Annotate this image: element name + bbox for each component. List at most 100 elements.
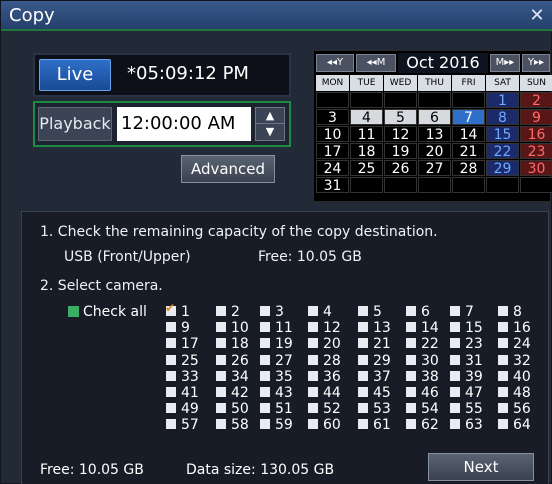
camera-checkbox[interactable]: 39 [450, 369, 483, 385]
camera-checkbox[interactable]: 12 [308, 320, 341, 336]
camera-checkbox[interactable]: 59 [260, 417, 293, 433]
checkbox-box[interactable] [406, 338, 416, 349]
checkbox-box[interactable] [498, 338, 508, 349]
camera-checkbox[interactable]: 32 [498, 353, 531, 369]
camera-checkbox[interactable]: 7 [450, 304, 474, 320]
checkbox-box[interactable] [260, 370, 270, 381]
camera-checkbox[interactable]: 51 [260, 401, 293, 417]
checkbox-box[interactable] [216, 354, 226, 365]
camera-checkbox[interactable]: 53 [358, 401, 391, 417]
prev-month-button[interactable]: ◂◂M [356, 54, 396, 72]
checkbox-box[interactable] [358, 370, 368, 381]
camera-checkbox[interactable]: 64 [498, 417, 531, 433]
camera-checkbox[interactable]: 2 [216, 304, 240, 320]
checkbox-box[interactable] [358, 306, 368, 316]
camera-checkbox[interactable]: 6 [406, 304, 430, 320]
checkbox-box[interactable] [216, 306, 226, 316]
calendar-day[interactable]: 19 [384, 143, 417, 160]
checkbox-box[interactable] [166, 322, 176, 333]
calendar-day[interactable]: 1 [486, 92, 519, 109]
checkbox-box[interactable] [450, 338, 460, 349]
checkbox-box[interactable] [308, 306, 318, 316]
checkbox-box[interactable] [308, 338, 318, 349]
calendar-day[interactable]: 26 [384, 160, 417, 177]
camera-checkbox[interactable]: 40 [498, 369, 531, 385]
checkbox-box[interactable] [406, 403, 416, 414]
spin-down-icon[interactable]: ▼ [256, 124, 284, 140]
checkbox-box[interactable] [358, 338, 368, 349]
camera-checkbox[interactable]: 17 [166, 336, 199, 352]
camera-checkbox[interactable]: 58 [216, 417, 249, 433]
camera-checkbox[interactable]: 20 [308, 336, 341, 352]
checkbox-box[interactable] [216, 370, 226, 381]
playback-time-field[interactable]: 12:00:00 AM [117, 107, 251, 141]
camera-checkbox[interactable]: 60 [308, 417, 341, 433]
calendar-day[interactable]: 27 [418, 160, 451, 177]
calendar-day[interactable]: 7 [452, 109, 485, 126]
checkbox-box[interactable] [498, 403, 508, 414]
calendar-day[interactable]: 3 [316, 109, 349, 126]
checkbox-box[interactable] [498, 306, 508, 316]
checkbox-box[interactable] [450, 370, 460, 381]
checkbox-box[interactable] [358, 354, 368, 365]
checkbox-box[interactable] [308, 322, 318, 333]
calendar-day[interactable]: 15 [486, 126, 519, 143]
camera-checkbox[interactable]: 19 [260, 336, 293, 352]
camera-checkbox[interactable]: 28 [308, 353, 341, 369]
calendar-day[interactable]: 17 [316, 143, 349, 160]
checkbox-box[interactable] [358, 387, 368, 397]
checkbox-box[interactable] [216, 403, 226, 414]
camera-checkbox[interactable]: 16 [498, 320, 531, 336]
checkbox-box[interactable] [166, 419, 176, 430]
calendar-day[interactable]: 23 [520, 143, 552, 160]
camera-checkbox[interactable]: 57 [166, 417, 199, 433]
camera-checkbox[interactable]: 34 [216, 369, 249, 385]
camera-checkbox[interactable]: 36 [308, 369, 341, 385]
camera-checkbox[interactable]: 26 [216, 353, 249, 369]
checkbox-box[interactable] [498, 322, 508, 333]
checkbox-box[interactable] [166, 370, 176, 381]
calendar-day[interactable]: 31 [316, 177, 349, 194]
checkbox-box[interactable] [450, 387, 460, 397]
checkbox-box[interactable] [260, 338, 270, 349]
camera-checkbox[interactable]: 62 [406, 417, 439, 433]
camera-checkbox[interactable]: 61 [358, 417, 391, 433]
calendar-day[interactable]: 5 [384, 109, 417, 126]
calendar-day[interactable]: 24 [316, 160, 349, 177]
calendar-day[interactable]: 8 [486, 109, 519, 126]
camera-checkbox[interactable]: 5 [358, 304, 382, 320]
camera-checkbox[interactable]: 21 [358, 336, 391, 352]
checkbox-box[interactable] [308, 403, 318, 414]
camera-checkbox[interactable]: 27 [260, 353, 293, 369]
camera-checkbox[interactable]: 8 [498, 304, 522, 320]
calendar-day[interactable]: 9 [520, 109, 552, 126]
calendar-day[interactable]: 11 [350, 126, 383, 143]
calendar-day[interactable]: 14 [452, 126, 485, 143]
check-all-checkbox[interactable]: Check all [68, 304, 147, 320]
camera-checkbox[interactable]: 23 [450, 336, 483, 352]
checkbox-box[interactable] [166, 338, 176, 349]
checkbox-box[interactable] [216, 419, 226, 430]
checkbox-box[interactable] [216, 322, 226, 333]
camera-checkbox[interactable]: 30 [406, 353, 439, 369]
camera-checkbox[interactable]: 18 [216, 336, 249, 352]
checkbox-box[interactable] [260, 354, 270, 365]
camera-checkbox[interactable]: 35 [260, 369, 293, 385]
checkbox-box[interactable] [260, 403, 270, 414]
checkbox-box[interactable] [358, 322, 368, 333]
camera-checkbox[interactable]: 44 [308, 385, 341, 401]
calendar-day[interactable]: 13 [418, 126, 451, 143]
camera-checkbox[interactable]: 15 [450, 320, 483, 336]
close-icon[interactable]: ✕ [527, 6, 547, 26]
calendar-day[interactable]: 22 [486, 143, 519, 160]
camera-checkbox[interactable]: 56 [498, 401, 531, 417]
camera-checkbox[interactable]: 14 [406, 320, 439, 336]
checkbox-box[interactable] [498, 419, 508, 430]
prev-year-button[interactable]: ◂◂Y [316, 54, 354, 72]
calendar-day[interactable]: 2 [520, 92, 552, 109]
checkbox-box[interactable] [406, 419, 416, 430]
checkbox-box[interactable] [450, 419, 460, 430]
camera-checkbox[interactable]: 11 [260, 320, 293, 336]
checkbox-box[interactable] [216, 387, 226, 397]
checkbox-box[interactable] [260, 306, 270, 316]
